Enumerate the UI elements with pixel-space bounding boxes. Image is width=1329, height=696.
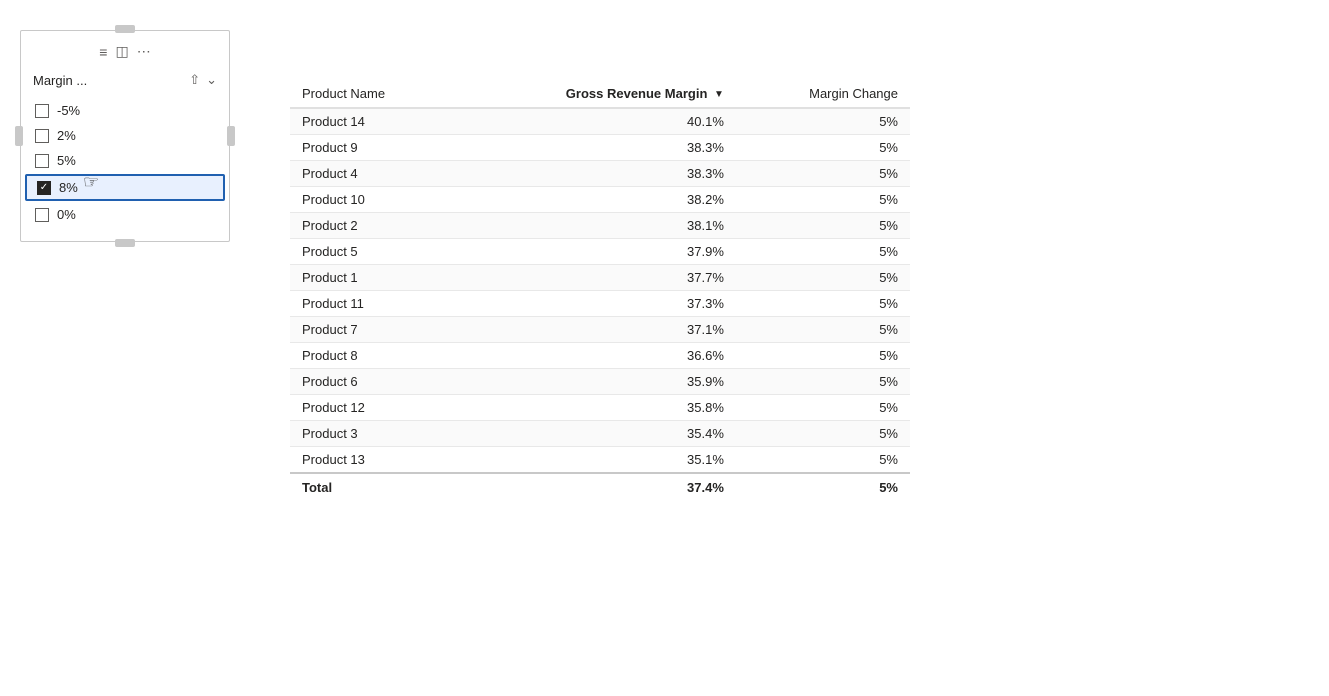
- cell-product: Product 4: [290, 161, 455, 187]
- cell-change: 5%: [736, 108, 910, 135]
- col-header-change: Margin Change: [736, 80, 910, 108]
- cell-product: Product 6: [290, 369, 455, 395]
- table-row: Product 11 37.3% 5%: [290, 291, 910, 317]
- cell-margin: 37.7%: [455, 265, 736, 291]
- table-row: Product 14 40.1% 5%: [290, 108, 910, 135]
- table-body: Product 14 40.1% 5% Product 9 38.3% 5% P…: [290, 108, 910, 473]
- item-label-1: 2%: [57, 128, 76, 143]
- table-row: Product 1 37.7% 5%: [290, 265, 910, 291]
- cell-change: 5%: [736, 343, 910, 369]
- table-row: Product 12 35.8% 5%: [290, 395, 910, 421]
- cell-margin: 38.1%: [455, 213, 736, 239]
- checkbox-2[interactable]: [35, 154, 49, 168]
- chevron-down-icon[interactable]: ⌄: [206, 72, 217, 88]
- table-row: Product 4 38.3% 5%: [290, 161, 910, 187]
- cell-margin: 35.8%: [455, 395, 736, 421]
- cell-product: Product 11: [290, 291, 455, 317]
- table-total-row: Total 37.4% 5%: [290, 473, 910, 501]
- cell-product: Product 13: [290, 447, 455, 474]
- cell-margin: 38.3%: [455, 161, 736, 187]
- table-row: Product 7 37.1% 5%: [290, 317, 910, 343]
- sort-asc-icon[interactable]: ⇧: [189, 72, 200, 88]
- resize-handle-bottom[interactable]: [115, 239, 135, 247]
- filter-item-3[interactable]: 8%: [25, 174, 225, 201]
- col-header-margin[interactable]: Gross Revenue Margin ▼: [455, 80, 736, 108]
- resize-handle-left[interactable]: [15, 126, 23, 146]
- data-table: Product Name Gross Revenue Margin ▼ Marg…: [290, 80, 910, 501]
- cell-margin: 35.9%: [455, 369, 736, 395]
- item-label-3: 8%: [59, 180, 78, 195]
- cell-margin: 37.3%: [455, 291, 736, 317]
- filter-item-2[interactable]: 5%: [21, 148, 229, 173]
- cell-product: Product 8: [290, 343, 455, 369]
- cell-change: 5%: [736, 291, 910, 317]
- table-row: Product 13 35.1% 5%: [290, 447, 910, 474]
- cell-change: 5%: [736, 239, 910, 265]
- cell-change: 5%: [736, 395, 910, 421]
- cell-change: 5%: [736, 317, 910, 343]
- cell-product: Product 9: [290, 135, 455, 161]
- cell-change: 5%: [736, 213, 910, 239]
- sort-desc-icon: ▼: [714, 89, 724, 100]
- cell-change: 5%: [736, 421, 910, 447]
- cell-margin: 35.1%: [455, 447, 736, 474]
- total-margin: 37.4%: [455, 473, 736, 501]
- cell-margin: 37.1%: [455, 317, 736, 343]
- cell-change: 5%: [736, 265, 910, 291]
- cell-change: 5%: [736, 161, 910, 187]
- table-row: Product 8 36.6% 5%: [290, 343, 910, 369]
- cell-margin: 35.4%: [455, 421, 736, 447]
- cell-product: Product 7: [290, 317, 455, 343]
- cell-change: 5%: [736, 135, 910, 161]
- cell-margin: 37.9%: [455, 239, 736, 265]
- item-label-4: 0%: [57, 207, 76, 222]
- lines-icon[interactable]: ≡: [99, 44, 107, 60]
- total-change: 5%: [736, 473, 910, 501]
- cell-change: 5%: [736, 447, 910, 474]
- cell-margin: 40.1%: [455, 108, 736, 135]
- filter-item-1[interactable]: 2%: [21, 123, 229, 148]
- cell-margin: 36.6%: [455, 343, 736, 369]
- table-row: Product 10 38.2% 5%: [290, 187, 910, 213]
- filter-title: Margin ...: [33, 73, 87, 88]
- total-label: Total: [290, 473, 455, 501]
- table-row: Product 3 35.4% 5%: [290, 421, 910, 447]
- item-label-0: -5%: [57, 103, 80, 118]
- cell-change: 5%: [736, 187, 910, 213]
- cell-change: 5%: [736, 369, 910, 395]
- resize-handle-top[interactable]: [115, 25, 135, 33]
- filter-item-0[interactable]: -5%: [21, 98, 229, 123]
- table-header-row: Product Name Gross Revenue Margin ▼ Marg…: [290, 80, 910, 108]
- more-icon[interactable]: ⋯: [137, 43, 151, 60]
- filter-item-4[interactable]: 0%: [21, 202, 229, 227]
- table-row: Product 6 35.9% 5%: [290, 369, 910, 395]
- cell-margin: 38.3%: [455, 135, 736, 161]
- filter-items-list: -5% 2% 5% 8% 0%: [21, 96, 229, 229]
- table-row: Product 9 38.3% 5%: [290, 135, 910, 161]
- table-row: Product 2 38.1% 5%: [290, 213, 910, 239]
- filter-toolbar: ≡ ◫ ⋯: [21, 39, 229, 68]
- filter-panel: ≡ ◫ ⋯ Margin ... ⇧ ⌄ -5% 2% 5% 8%: [20, 30, 230, 242]
- cell-product: Product 5: [290, 239, 455, 265]
- header-icons: ⇧ ⌄: [189, 72, 217, 88]
- table-row: Product 5 37.9% 5%: [290, 239, 910, 265]
- checkbox-0[interactable]: [35, 104, 49, 118]
- col-header-product: Product Name: [290, 80, 455, 108]
- cell-product: Product 12: [290, 395, 455, 421]
- resize-handle-right[interactable]: [227, 126, 235, 146]
- cell-product: Product 3: [290, 421, 455, 447]
- checkbox-4[interactable]: [35, 208, 49, 222]
- checkbox-1[interactable]: [35, 129, 49, 143]
- cell-product: Product 14: [290, 108, 455, 135]
- item-label-2: 5%: [57, 153, 76, 168]
- filter-header: Margin ... ⇧ ⌄: [21, 68, 229, 96]
- table-icon[interactable]: ◫: [115, 43, 128, 60]
- cell-product: Product 1: [290, 265, 455, 291]
- checkbox-3[interactable]: [37, 181, 51, 195]
- cell-product: Product 10: [290, 187, 455, 213]
- cell-product: Product 2: [290, 213, 455, 239]
- data-table-wrapper: Product Name Gross Revenue Margin ▼ Marg…: [290, 20, 1309, 501]
- cell-margin: 38.2%: [455, 187, 736, 213]
